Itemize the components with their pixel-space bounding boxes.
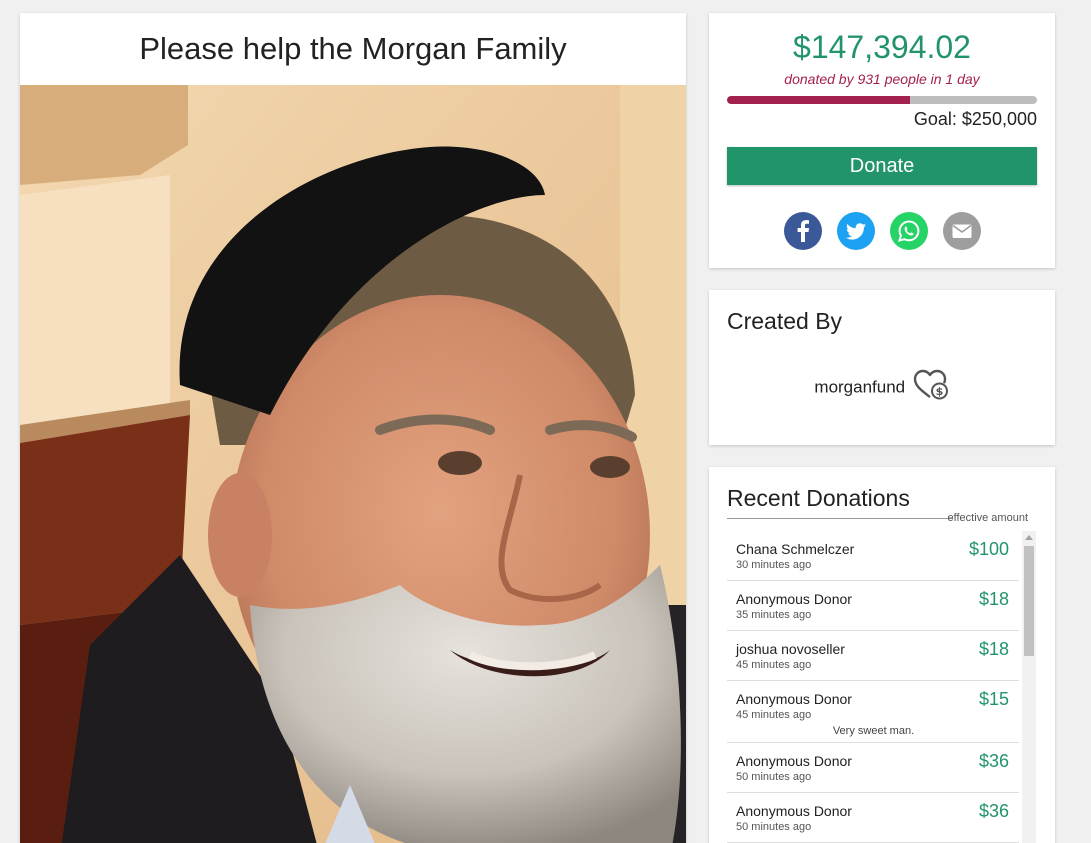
donation-amount: $36 [978, 751, 1009, 771]
created-by-card: Created By morganfund $ [709, 290, 1055, 445]
donor-name: Anonymous Donor [736, 753, 852, 769]
donation-row: Anonymous Donor 50 minutes ago $36 [727, 743, 1019, 793]
donation-time: 50 minutes ago [736, 821, 812, 833]
donor-name: Anonymous Donor [736, 591, 852, 607]
scroll-thumb[interactable] [1024, 546, 1034, 656]
donation-amount: $18 [978, 589, 1009, 609]
email-icon [942, 212, 981, 250]
donate-button[interactable]: Donate [727, 147, 1037, 185]
goal-amount: Goal: $250,000 [913, 109, 1037, 129]
creator-name[interactable]: morganfund [814, 378, 905, 397]
share-buttons [709, 212, 1055, 250]
donation-list-scrollbar[interactable] [1022, 531, 1036, 843]
campaign-photo [20, 85, 686, 843]
donation-amount: $15 [978, 689, 1009, 709]
facebook-icon [783, 212, 822, 250]
recent-donations-card: Recent Donations effective amount Chana … [709, 467, 1055, 843]
donation-amount: $36 [978, 801, 1009, 821]
svg-text:$: $ [935, 385, 943, 398]
facebook-share-button[interactable] [783, 212, 822, 250]
raised-amount: $147,394.02 [793, 29, 971, 65]
donation-row: Chana Schmelczer 30 minutes ago $100 [727, 531, 1019, 581]
heart-dollar-icon: $ [912, 368, 950, 407]
scroll-up-arrow-icon[interactable] [1025, 535, 1033, 540]
donor-name: Anonymous Donor [736, 691, 852, 707]
donation-time: 30 minutes ago [736, 559, 812, 571]
whatsapp-share-button[interactable] [889, 212, 928, 250]
twitter-icon [836, 212, 875, 250]
email-share-button[interactable] [942, 212, 981, 250]
goal-progress-bar [727, 96, 1037, 104]
donation-time: 45 minutes ago [736, 709, 812, 721]
donated-by-text: donated by 931 people in 1 day [784, 71, 980, 87]
donation-time: 35 minutes ago [736, 609, 812, 621]
creator-info: morganfund $ [709, 368, 1055, 407]
twitter-share-button[interactable] [836, 212, 875, 250]
whatsapp-icon [889, 212, 928, 250]
donation-row: Anonymous Donor 45 minutes ago $15 Very … [727, 681, 1019, 743]
donation-row: joshua novoseller 45 minutes ago $18 [727, 631, 1019, 681]
created-by-heading: Created By [727, 308, 843, 334]
donation-amount: $18 [978, 639, 1009, 659]
donation-time: 50 minutes ago [736, 771, 812, 783]
donation-time: 45 minutes ago [736, 659, 812, 671]
donor-name: Anonymous Donor [736, 803, 852, 819]
campaign-title: Please help the Morgan Family [139, 31, 567, 66]
recent-donations-heading: Recent Donations [727, 485, 910, 511]
donation-summary-card: $147,394.02 donated by 931 people in 1 d… [709, 13, 1055, 268]
donation-row: Anonymous Donor 50 minutes ago $36 [727, 793, 1019, 843]
donation-list[interactable]: Chana Schmelczer 30 minutes ago $100 Ano… [727, 531, 1019, 843]
donation-amount: $100 [968, 539, 1009, 559]
heading-divider [727, 518, 953, 519]
donation-row: Anonymous Donor 35 minutes ago $18 [727, 581, 1019, 631]
effective-amount-label: effective amount [947, 512, 1028, 524]
campaign-card: Please help the Morgan Family [20, 13, 686, 843]
donor-name: joshua novoseller [736, 641, 845, 657]
donation-comment: Very sweet man. [832, 725, 915, 737]
goal-progress-fill [727, 96, 910, 104]
